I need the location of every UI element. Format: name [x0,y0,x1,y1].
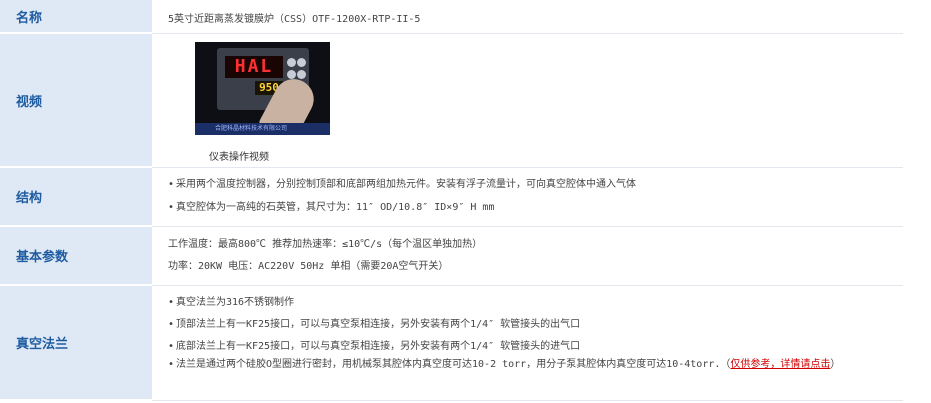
panel-button-icon [287,58,296,67]
structure-line: • 采用两个温度控制器，分别控制顶部和底部两组加热元件。安装有浮子流量计，可向真空… [168,179,636,190]
spec-row-video: 视频 HAL 950 合肥科晶材料技术有限公司 仪表操作视频 [0,34,903,168]
flange-line: • 顶部法兰上有一KF25接口，可以与真空泵相连接，另外安装有两个1/4″ 软管接… [168,319,581,330]
flange-line: • 底部法兰上有一KF25接口，可以与真空泵相连接，另外安装有两个1/4″ 软管接… [168,341,581,352]
bullet-icon: • [168,297,175,308]
spec-row-params: 基本参数 工作温度：最高800℃ 推荐加热速率：≤10℃/s（每个温区单独加热）… [0,227,903,286]
row-label-structure: 结构 [0,168,152,227]
product-name-value: 5英寸近距离蒸发镀膜炉（CSS）OTF-1200X-RTP-II-5 [168,14,421,25]
bullet-icon: • [168,202,175,213]
row-content-name: 5英寸近距离蒸发镀膜炉（CSS）OTF-1200X-RTP-II-5 [152,0,903,34]
video-thumbnail[interactable]: HAL 950 合肥科晶材料技术有限公司 [195,42,330,135]
row-content-video: HAL 950 合肥科晶材料技术有限公司 仪表操作视频 [152,34,903,168]
spec-row-structure: 结构 • 采用两个温度控制器，分别控制顶部和底部两组加热元件。安装有浮子流量计，可… [0,168,903,227]
details-link[interactable]: 仅供参考，详情请点击 [730,359,830,370]
bullet-icon: • [168,319,175,330]
spec-row-flange: 真空法兰 • 真空法兰为316不锈钢制作 • 顶部法兰上有一KF25接口，可以与真空… [0,286,903,401]
row-label-name: 名称 [0,0,152,34]
bullet-icon: • [168,341,175,352]
row-content-flange: • 真空法兰为316不锈钢制作 • 顶部法兰上有一KF25接口，可以与真空泵相连接，… [152,286,903,401]
row-label-video: 视频 [0,34,152,168]
spec-row-name: 名称 5英寸近距离蒸发镀膜炉（CSS）OTF-1200X-RTP-II-5 [0,0,903,34]
panel-button-icon [287,70,296,79]
display-main: HAL [225,56,283,78]
video-caption[interactable]: 仪表操作视频 [209,148,269,163]
row-content-structure: • 采用两个温度控制器，分别控制顶部和底部两组加热元件。安装有浮子流量计，可向真空… [152,168,903,227]
flange-line: • 真空法兰为316不锈钢制作 [168,297,295,308]
product-spec-table: 名称 5英寸近距离蒸发镀膜炉（CSS）OTF-1200X-RTP-II-5 视频… [0,0,931,403]
bullet-icon: • [168,179,175,190]
panel-button-icon [297,70,306,79]
row-label-flange: 真空法兰 [0,286,152,401]
params-line: 功率：20KW 电压：AC220V 50Hz 单相（需要20A空气开关） [168,261,449,272]
row-label-params: 基本参数 [0,227,152,286]
flange-line: • 法兰是通过两个硅胶O型圈进行密封，用机械泵其腔体内真空度可达10-2 torr… [168,359,841,370]
params-line: 工作温度：最高800℃ 推荐加热速率：≤10℃/s（每个温区单独加热） [168,239,483,250]
row-content-params: 工作温度：最高800℃ 推荐加热速率：≤10℃/s（每个温区单独加热） 功率：2… [152,227,903,286]
panel-button-icon [297,58,306,67]
bullet-icon: • [168,359,175,370]
video-caption-bar: 合肥科晶材料技术有限公司 [195,123,330,135]
structure-line: • 真空腔体为一高纯的石英管，其尺寸为：11″ OD/10.8″ ID×9″ H … [168,202,495,213]
